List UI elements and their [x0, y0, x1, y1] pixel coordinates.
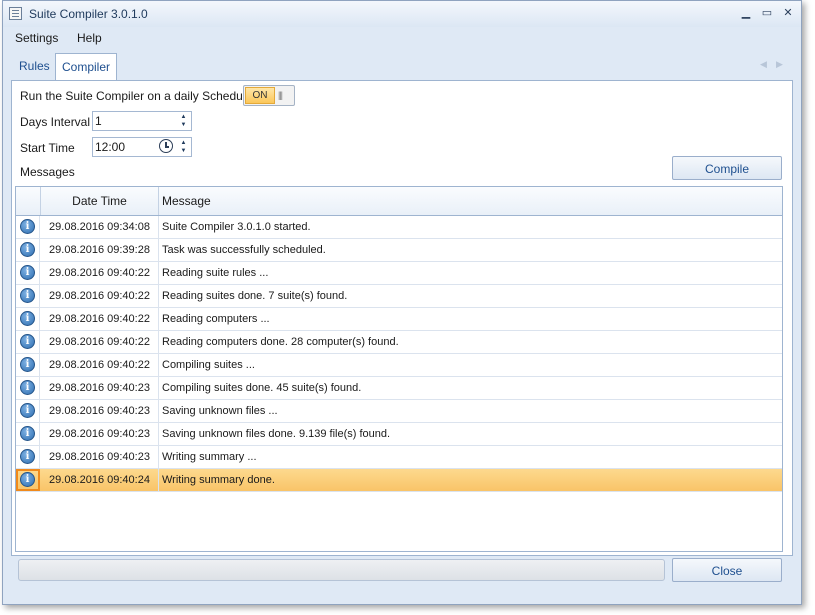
row-datetime: 29.08.2016 09:40:24: [41, 469, 159, 491]
row-datetime: 29.08.2016 09:40:23: [41, 423, 159, 445]
title-bar: Suite Compiler 3.0.1.0 ▁ ▭ ✕: [3, 1, 801, 27]
table-row[interactable]: i 29.08.2016 09:40:23 Saving unknown files…: [16, 423, 782, 446]
table-row[interactable]: i 29.08.2016 09:40:22 Reading suite rules …: [16, 262, 782, 285]
close-window-button[interactable]: ✕: [779, 5, 797, 21]
info-icon: i: [20, 334, 35, 349]
table-row[interactable]: i 29.08.2016 09:40:22 Compiling suites ...: [16, 354, 782, 377]
row-icon-cell: i: [16, 400, 40, 422]
progress-bar: [18, 559, 665, 581]
spin-up-icon[interactable]: ▲: [177, 113, 190, 121]
row-icon-cell: i: [16, 331, 40, 353]
info-icon: i: [20, 357, 35, 372]
table-row[interactable]: i 29.08.2016 09:34:08 Suite Compiler 3.0.1…: [16, 216, 782, 239]
row-message: Reading computers ...: [162, 313, 270, 325]
row-icon-cell: i: [16, 469, 40, 491]
row-message: Writing summary done.: [162, 474, 275, 486]
messages-label: Messages: [20, 165, 75, 179]
table-row[interactable]: i 29.08.2016 09:40:24 Writing summary done…: [16, 469, 782, 492]
info-icon: i: [20, 403, 35, 418]
menu-help[interactable]: Help: [77, 31, 102, 45]
row-datetime: 29.08.2016 09:39:28: [41, 239, 159, 261]
start-time-picker[interactable]: ▲ ▼: [92, 137, 192, 157]
info-icon: i: [20, 426, 35, 441]
row-message: Suite Compiler 3.0.1.0 started.: [162, 221, 311, 233]
start-time-label: Start Time: [20, 141, 75, 155]
row-datetime: 29.08.2016 09:34:08: [41, 216, 159, 238]
row-icon-cell: i: [16, 285, 40, 307]
row-datetime: 29.08.2016 09:40:23: [41, 377, 159, 399]
menu-bar: Settings Help: [3, 27, 801, 49]
table-row[interactable]: i 29.08.2016 09:40:22 Reading suites done.…: [16, 285, 782, 308]
row-message: Saving unknown files done. 9.139 file(s)…: [162, 428, 391, 440]
toggle-grip-icon: |||: [278, 90, 283, 100]
spin-down-icon[interactable]: ▼: [177, 147, 190, 155]
row-icon-cell: i: [16, 354, 40, 376]
tab-scroll-right-icon[interactable]: ▶: [776, 59, 783, 70]
clock-icon[interactable]: [159, 139, 173, 153]
days-interval-stepper[interactable]: ▲ ▼: [92, 111, 192, 131]
table-row[interactable]: i 29.08.2016 09:40:22 Reading computers ..…: [16, 308, 782, 331]
table-row[interactable]: i 29.08.2016 09:40:23 Writing summary ...: [16, 446, 782, 469]
grid-header: Date Time Message: [16, 187, 782, 216]
spin-down-icon[interactable]: ▼: [177, 121, 190, 129]
menu-settings[interactable]: Settings: [15, 31, 58, 45]
days-interval-label: Days Interval: [20, 115, 91, 129]
row-datetime: 29.08.2016 09:40:22: [41, 285, 159, 307]
toggle-on-label: ON: [245, 87, 275, 104]
info-icon: i: [20, 380, 35, 395]
row-icon-cell: i: [16, 308, 40, 330]
row-message: Compiling suites done. 45 suite(s) found…: [162, 382, 362, 394]
maximize-button[interactable]: ▭: [758, 5, 776, 21]
spin-up-icon[interactable]: ▲: [177, 139, 190, 147]
row-message: Saving unknown files ...: [162, 405, 278, 417]
info-icon: i: [20, 449, 35, 464]
row-datetime: 29.08.2016 09:40:23: [41, 446, 159, 468]
tab-compiler[interactable]: Compiler: [55, 53, 118, 81]
row-message: Writing summary ...: [162, 451, 257, 463]
table-row[interactable]: i 29.08.2016 09:39:28 Task was successfull…: [16, 239, 782, 262]
row-icon-cell: i: [16, 216, 40, 238]
column-header-message[interactable]: Message: [159, 187, 782, 215]
info-icon: i: [20, 311, 35, 326]
row-icon-cell: i: [16, 377, 40, 399]
table-row[interactable]: i 29.08.2016 09:40:22 Reading computers do…: [16, 331, 782, 354]
row-icon-cell: i: [16, 239, 40, 261]
row-datetime: 29.08.2016 09:40:22: [41, 262, 159, 284]
row-message: Reading suites done. 7 suite(s) found.: [162, 290, 348, 302]
row-message: Compiling suites ...: [162, 359, 255, 371]
info-icon: i: [20, 265, 35, 280]
row-icon-cell: i: [16, 262, 40, 284]
messages-grid: Date Time Message i 29.08.2016 09:34:08 Su…: [15, 186, 783, 552]
row-message: Reading computers done. 28 computer(s) f…: [162, 336, 399, 348]
row-icon-cell: i: [16, 446, 40, 468]
app-icon: [9, 7, 22, 20]
row-datetime: 29.08.2016 09:40:23: [41, 400, 159, 422]
row-message: Task was successfully scheduled.: [162, 244, 326, 256]
info-icon: i: [20, 472, 35, 487]
schedule-label: Run the Suite Compiler on a daily Schedu…: [20, 89, 253, 103]
row-datetime: 29.08.2016 09:40:22: [41, 331, 159, 353]
row-message: Reading suite rules ...: [162, 267, 269, 279]
row-datetime: 29.08.2016 09:40:22: [41, 354, 159, 376]
row-datetime: 29.08.2016 09:40:22: [41, 308, 159, 330]
info-icon: i: [20, 288, 35, 303]
column-header-datetime[interactable]: Date Time: [41, 187, 159, 215]
column-header-icon[interactable]: [16, 187, 41, 215]
compile-button[interactable]: Compile: [672, 156, 782, 180]
days-interval-input[interactable]: [95, 113, 155, 129]
tab-scroll-left-icon[interactable]: ◀: [760, 59, 767, 70]
info-icon: i: [20, 242, 35, 257]
table-row[interactable]: i 29.08.2016 09:40:23 Compiling suites don…: [16, 377, 782, 400]
info-icon: i: [20, 219, 35, 234]
window-title: Suite Compiler 3.0.1.0: [29, 7, 148, 21]
start-time-input[interactable]: [95, 139, 155, 155]
schedule-toggle[interactable]: ON |||: [243, 85, 295, 106]
close-button[interactable]: Close: [672, 558, 782, 582]
tab-rules[interactable]: Rules: [13, 53, 56, 80]
row-icon-cell: i: [16, 423, 40, 445]
minimize-button[interactable]: ▁: [737, 5, 755, 21]
table-row[interactable]: i 29.08.2016 09:40:23 Saving unknown files…: [16, 400, 782, 423]
